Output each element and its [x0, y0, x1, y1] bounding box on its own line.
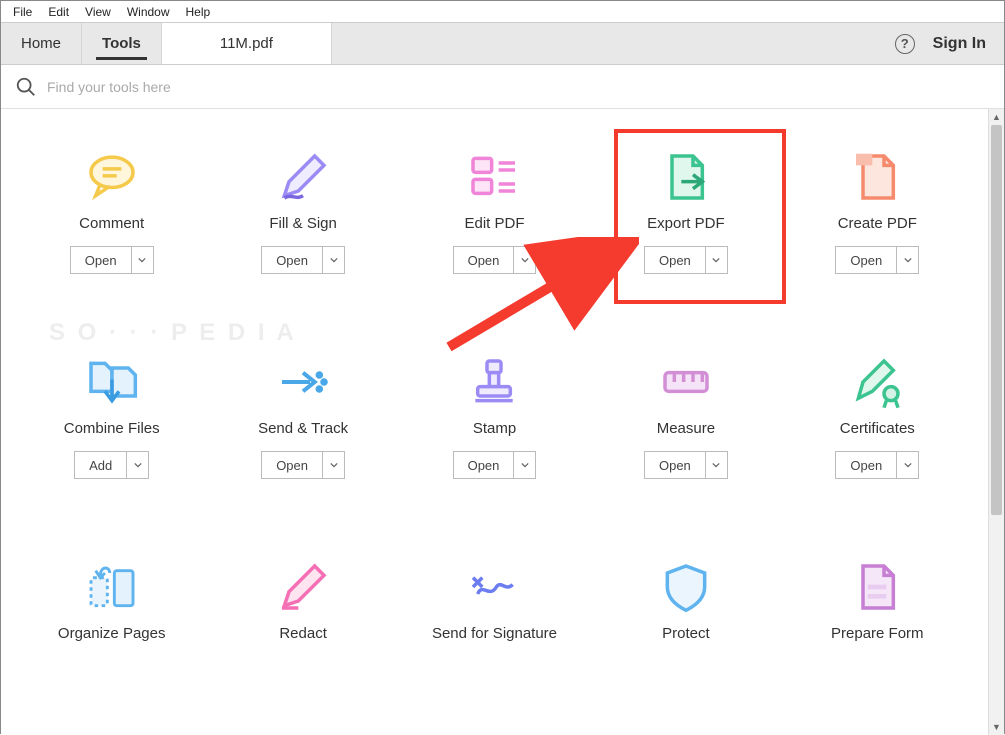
tool-editpdf-dropdown[interactable] — [514, 246, 536, 274]
measure-icon — [658, 354, 714, 410]
tool-combine-dropdown[interactable] — [127, 451, 149, 479]
tool-measure-dropdown[interactable] — [706, 451, 728, 479]
redact-icon — [275, 559, 331, 615]
tool-sendtrack-open-button[interactable]: Open — [261, 451, 323, 479]
tool-exportpdf: Export PDF Open — [595, 149, 776, 274]
tool-fillsign-open-button[interactable]: Open — [261, 246, 323, 274]
tool-certificates: Certificates Open — [787, 354, 968, 479]
tool-sendtrack-label: Send & Track — [258, 420, 348, 437]
tabbar: Home Tools 11M.pdf ? Sign In — [1, 23, 1004, 65]
tab-document[interactable]: 11M.pdf — [162, 23, 332, 64]
menu-file[interactable]: File — [5, 3, 40, 21]
editpdf-icon — [466, 149, 522, 205]
tool-createpdf: Create PDF Open — [787, 149, 968, 274]
watermark: S O · · · P E D I A — [49, 319, 297, 347]
search-input[interactable] — [47, 79, 990, 95]
combine-icon — [84, 354, 140, 410]
tool-prepareform: Prepare Form — [787, 559, 968, 656]
tools-panel: S O · · · P E D I A Comment Open Fill & … — [1, 109, 988, 735]
tool-comment-dropdown[interactable] — [132, 246, 154, 274]
tool-sendtrack-dropdown[interactable] — [323, 451, 345, 479]
tool-prepareform-label: Prepare Form — [831, 625, 924, 642]
tool-createpdf-open-button[interactable]: Open — [835, 246, 897, 274]
search-bar — [1, 65, 1004, 109]
tool-exportpdf-label: Export PDF — [647, 215, 725, 232]
tool-combine-open-button[interactable]: Add — [74, 451, 127, 479]
menu-window[interactable]: Window — [119, 3, 178, 21]
tool-editpdf-label: Edit PDF — [464, 215, 524, 232]
tool-fillsign-label: Fill & Sign — [269, 215, 337, 232]
tool-measure: Measure Open — [595, 354, 776, 479]
search-icon — [15, 76, 37, 98]
tool-fillsign-dropdown[interactable] — [323, 246, 345, 274]
exportpdf-icon — [658, 149, 714, 205]
scroll-thumb[interactable] — [991, 125, 1002, 515]
scroll-up-icon[interactable]: ▲ — [989, 109, 1004, 125]
prepareform-icon — [849, 559, 905, 615]
tool-stamp-dropdown[interactable] — [514, 451, 536, 479]
tool-combine: Combine Files Add — [21, 354, 202, 479]
tool-stamp-label: Stamp — [473, 420, 516, 437]
tool-exportpdf-open-button[interactable]: Open — [644, 246, 706, 274]
organize-icon — [84, 559, 140, 615]
tool-organize-label: Organize Pages — [58, 625, 166, 642]
tool-stamp: Stamp Open — [404, 354, 585, 479]
protect-icon — [658, 559, 714, 615]
tool-redact: Redact — [212, 559, 393, 656]
tool-redact-label: Redact — [279, 625, 327, 642]
certificates-icon — [849, 354, 905, 410]
tool-protect: Protect — [595, 559, 776, 656]
tool-measure-label: Measure — [657, 420, 715, 437]
scroll-down-icon[interactable]: ▼ — [989, 719, 1004, 735]
tool-certificates-open-button[interactable]: Open — [835, 451, 897, 479]
tool-organize: Organize Pages — [21, 559, 202, 656]
tool-combine-label: Combine Files — [64, 420, 160, 437]
sign-in-button[interactable]: Sign In — [933, 35, 986, 53]
menu-edit[interactable]: Edit — [40, 3, 77, 21]
tool-sendforsig-label: Send for Signature — [432, 625, 557, 642]
tool-comment-label: Comment — [79, 215, 144, 232]
menu-view[interactable]: View — [77, 3, 119, 21]
tool-fillsign: Fill & Sign Open — [212, 149, 393, 274]
tool-createpdf-dropdown[interactable] — [897, 246, 919, 274]
tool-editpdf-open-button[interactable]: Open — [453, 246, 515, 274]
menubar: File Edit View Window Help — [1, 1, 1004, 23]
tool-measure-open-button[interactable]: Open — [644, 451, 706, 479]
tool-sendtrack: Send & Track Open — [212, 354, 393, 479]
tool-sendforsig: Send for Signature — [404, 559, 585, 656]
menu-help[interactable]: Help — [178, 3, 219, 21]
tool-stamp-open-button[interactable]: Open — [453, 451, 515, 479]
tool-protect-label: Protect — [662, 625, 710, 642]
tool-comment-open-button[interactable]: Open — [70, 246, 132, 274]
tool-exportpdf-dropdown[interactable] — [706, 246, 728, 274]
tool-certificates-label: Certificates — [840, 420, 915, 437]
scrollbar[interactable]: ▲ ▼ — [988, 109, 1004, 735]
createpdf-icon — [849, 149, 905, 205]
tool-editpdf: Edit PDF Open — [404, 149, 585, 274]
tab-tools[interactable]: Tools — [82, 23, 162, 64]
sendtrack-icon — [275, 354, 331, 410]
tool-createpdf-label: Create PDF — [838, 215, 917, 232]
tool-comment: Comment Open — [21, 149, 202, 274]
fillsign-icon — [275, 149, 331, 205]
tab-home[interactable]: Home — [1, 23, 82, 64]
sendforsig-icon — [466, 559, 522, 615]
help-icon[interactable]: ? — [895, 34, 915, 54]
stamp-icon — [466, 354, 522, 410]
comment-icon — [84, 149, 140, 205]
tool-certificates-dropdown[interactable] — [897, 451, 919, 479]
